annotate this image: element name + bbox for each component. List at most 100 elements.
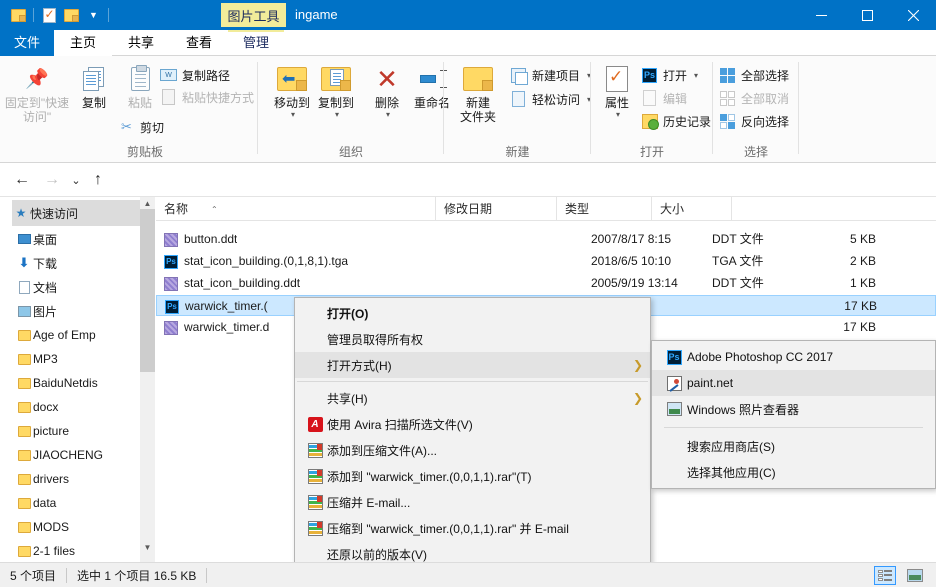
copy-button[interactable]: 复制 xyxy=(72,62,116,110)
sidebar-item-documents[interactable]: 文档 📌 xyxy=(15,274,155,300)
sidebar-item-data[interactable]: data 📌 xyxy=(15,490,155,516)
star-icon: ★ xyxy=(15,206,27,220)
copy-to-button[interactable]: 复制到 ▾ xyxy=(308,62,364,119)
ribbon-group-label-organize: 组织 xyxy=(338,145,363,159)
up-button[interactable]: ↑ xyxy=(86,168,110,192)
sidebar-label-baidunetdisk: BaiduNetdis xyxy=(33,376,98,390)
scroll-up-icon[interactable]: ▲ xyxy=(140,197,155,209)
qat-folder-icon[interactable] xyxy=(8,4,28,26)
paste-button[interactable]: 粘贴 xyxy=(118,62,162,110)
sidebar-item-picture[interactable]: picture 📌 xyxy=(15,418,155,444)
back-button[interactable]: ← xyxy=(10,168,34,192)
submenu-item-photoshop[interactable]: Ps Adobe Photoshop CC 2017 xyxy=(652,344,935,370)
table-row[interactable]: stat_icon_building.ddt 2005/9/19 13:14 D… xyxy=(156,273,936,294)
context-menu-item-avira-scan[interactable]: A 使用 Avira 扫描所选文件(V) xyxy=(295,411,650,437)
thumbnail-view-button[interactable] xyxy=(904,566,926,585)
column-header-type[interactable]: 类型 xyxy=(556,197,651,221)
easy-access-button[interactable]: 轻松访问 ▾ xyxy=(510,88,591,110)
new-folder-label-line2: 文件夹 xyxy=(459,110,496,124)
close-button[interactable] xyxy=(890,0,936,30)
table-row[interactable]: Ps stat_icon_building.(0,1,8,1).tga 2018… xyxy=(156,251,936,272)
folder-icon xyxy=(15,401,33,413)
context-menu-item-share[interactable]: 共享(H) ❯ xyxy=(295,385,650,411)
copy-path-button[interactable]: W 复制路径 xyxy=(160,64,230,86)
column-header-size[interactable]: 大小 xyxy=(651,197,731,221)
sidebar-item-pictures[interactable]: 图片 📌 xyxy=(15,298,155,324)
sidebar-item-docx[interactable]: docx 📌 xyxy=(15,394,155,420)
minimize-button[interactable] xyxy=(798,0,844,30)
scissors-icon: ✂ xyxy=(121,119,132,134)
scrollbar-thumb[interactable] xyxy=(140,209,155,372)
sidebar-item-mp3[interactable]: MP3 📌 xyxy=(15,346,155,372)
tab-view[interactable]: 查看 xyxy=(170,30,228,56)
easy-access-label: 轻松访问 xyxy=(532,92,581,107)
sidebar-item-drivers[interactable]: drivers 📌 xyxy=(15,466,155,492)
chevron-right-icon: ❯ xyxy=(632,391,644,405)
context-menu-item-add-to-named-rar[interactable]: 添加到 "warwick_timer.(0,0,1,1).rar"(T) xyxy=(295,463,650,489)
sidebar-label-docx: docx xyxy=(33,400,59,414)
select-none-button[interactable]: 全部取消 xyxy=(719,87,789,109)
context-menu-item-compress-email[interactable]: 压缩并 E-mail... xyxy=(295,489,650,515)
history-button[interactable]: 历史记录 xyxy=(641,110,711,132)
forward-button[interactable]: → xyxy=(40,168,64,192)
submenu-item-choose-other-app[interactable]: 选择其他应用(C) xyxy=(652,459,935,485)
paste-shortcut-label: 粘贴快捷方式 xyxy=(182,90,255,105)
qat-customize-dropdown-icon[interactable]: ▼ xyxy=(83,4,103,26)
properties-caret-icon[interactable]: ▾ xyxy=(597,110,639,119)
context-menu-item-take-ownership[interactable]: 管理员取得所有权 xyxy=(295,326,650,352)
tab-home[interactable]: 主页 xyxy=(54,30,112,56)
tab-file[interactable]: 文件 xyxy=(0,30,54,56)
sidebar-item-jiaocheng[interactable]: JIAOCHENG 📌 xyxy=(15,442,155,468)
open-with-button[interactable]: Ps 打开 ▾ xyxy=(641,64,698,86)
submenu-item-windows-photo-viewer[interactable]: Windows 照片查看器 xyxy=(652,396,935,422)
context-menu-item-compress-named-email[interactable]: 压缩到 "warwick_timer.(0,0,1,1).rar" 并 E-ma… xyxy=(295,515,650,541)
column-header-name[interactable]: ⌃ 名称 xyxy=(156,197,435,221)
cut-button[interactable]: ✂ 剪切 xyxy=(118,116,164,138)
file-name: warwick_timer.( xyxy=(185,299,268,313)
new-folder-button[interactable]: 新建 文件夹 xyxy=(452,62,504,124)
properties-button[interactable]: 属性 ▾ xyxy=(595,62,639,119)
invert-selection-button[interactable]: 反向选择 xyxy=(719,110,789,132)
sidebar-item-2-1-files[interactable]: 2-1 files 📌 xyxy=(15,538,155,563)
submenu-item-search-store[interactable]: 搜索应用商店(S) xyxy=(652,433,935,459)
folder-icon xyxy=(15,449,33,461)
navigation-scrollbar[interactable]: ▲ ▼ xyxy=(140,197,155,563)
context-menu-item-open-with[interactable]: 打开方式(H) ❯ xyxy=(295,352,650,378)
maximize-button[interactable] xyxy=(844,0,890,30)
nav-header-quick-access[interactable]: ★ 快速访问 xyxy=(12,200,152,226)
details-view-button[interactable] xyxy=(874,566,896,585)
sidebar-item-age-of-emp[interactable]: Age of Emp 📌 xyxy=(15,322,155,348)
sidebar-item-baidunetdisk[interactable]: BaiduNetdis 📌 xyxy=(15,370,155,396)
sidebar-item-downloads[interactable]: ⬇ 下载 📌 xyxy=(15,250,155,276)
sidebar-item-mods[interactable]: MODS 📌 xyxy=(15,514,155,540)
context-menu-item-open[interactable]: 打开(O) xyxy=(295,300,650,326)
submenu-item-paintnet[interactable]: paint.net xyxy=(652,370,935,396)
new-item-button[interactable]: 新建项目 ▾ xyxy=(510,64,591,86)
copy-to-caret-icon[interactable]: ▾ xyxy=(310,110,364,119)
recent-locations-button[interactable]: ⌄ xyxy=(64,168,88,192)
paste-shortcut-button[interactable]: 粘贴快捷方式 xyxy=(160,86,254,108)
edit-button[interactable]: 编辑 xyxy=(641,87,687,109)
winrar-icon xyxy=(303,442,327,458)
file-name-cell: button.ddt xyxy=(164,229,237,250)
delete-caret-icon[interactable]: ▾ xyxy=(361,110,415,119)
table-row[interactable]: button.ddt 2007/8/17 8:15 DDT 文件 5 KB xyxy=(156,229,936,250)
tab-share[interactable]: 共享 xyxy=(112,30,170,56)
ddt-file-icon xyxy=(164,320,178,335)
column-header-date[interactable]: 修改日期 xyxy=(435,197,556,221)
context-menu-item-add-to-archive[interactable]: 添加到压缩文件(A)... xyxy=(295,437,650,463)
edit-icon xyxy=(641,90,658,107)
sidebar-item-desktop[interactable]: 桌面 📌 xyxy=(15,226,155,252)
open-caret-icon[interactable]: ▾ xyxy=(694,71,698,80)
qat-new-folder-icon[interactable] xyxy=(61,4,81,26)
qat-properties-icon[interactable] xyxy=(39,4,59,26)
scroll-down-icon[interactable]: ▼ xyxy=(140,541,155,553)
navigation-pane: ★ 快速访问 桌面 📌 ⬇ 下载 📌 文档 📌 图片 📌 xyxy=(0,197,155,563)
tab-manage[interactable]: 管理 xyxy=(228,30,284,56)
ribbon-group-clipboard: 📌 固定到"快速访问" 复制 粘贴 W 复制路径 粘贴快捷方式 ✂ 剪切 剪贴板 xyxy=(0,56,258,163)
pin-to-quick-access-button[interactable]: 📌 固定到"快速访问" xyxy=(4,62,70,124)
photoshop-icon: Ps xyxy=(641,67,658,84)
select-all-button[interactable]: 全部选择 xyxy=(719,64,789,86)
column-header-extra[interactable] xyxy=(731,197,936,221)
properties-icon xyxy=(595,62,639,96)
